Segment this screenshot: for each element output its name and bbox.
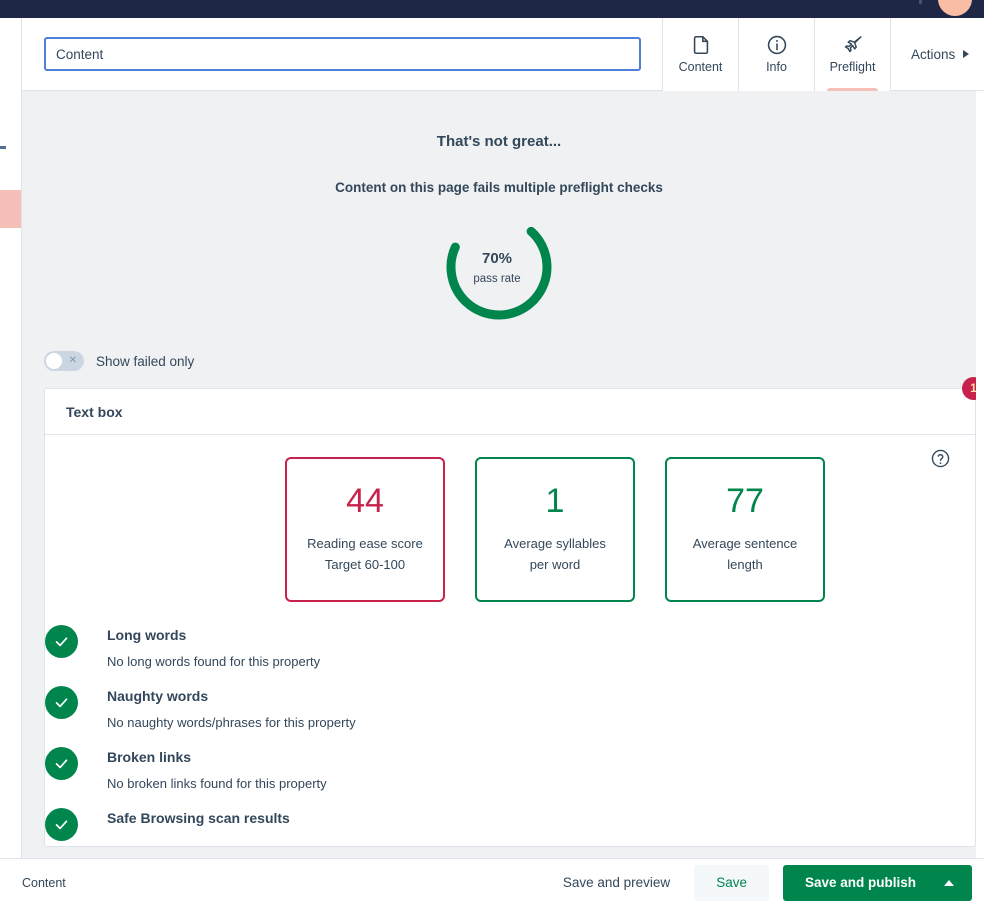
metric-label-line2: length [727,556,763,572]
show-failed-only-toggle[interactable]: ✕ [44,351,84,371]
document-icon [690,34,712,56]
donut-center-label: 70% pass rate [439,207,559,327]
list-item: Safe Browsing scan results [45,808,975,841]
checks-list: Long words No long words found for this … [45,625,975,841]
question-circle-icon[interactable] [930,448,951,469]
chevron-right-icon [963,50,970,58]
actions-button[interactable]: Actions [911,46,970,62]
breadcrumb: Content [22,875,66,890]
actions-label: Actions [911,46,956,62]
card-body: 44 Reading ease score Target 60-100 1 Av… [45,435,975,841]
pass-rate-caption: pass rate [473,272,521,285]
save-button[interactable]: Save [694,864,769,901]
metric-label-line1: Reading ease score [307,536,423,552]
tab-preflight[interactable]: Preflight [815,17,891,94]
metric-label-line1: Average syllables [504,536,606,552]
save-and-publish-button[interactable]: Save and publish [782,864,972,901]
metric-value: 44 [346,482,384,521]
airplane-icon [842,34,864,56]
page-title-input[interactable] [44,37,641,71]
preflight-panel: That's not great... Content on this page… [22,91,976,858]
page-subtitle: Content on this page fails multiple pref… [335,180,663,195]
left-sidebar-rail [0,18,22,906]
toggle-knob [46,353,62,369]
show-failed-only-row: ✕ Show failed only [44,351,976,371]
check-circle-icon [45,808,78,841]
bottom-action-bar: Content Save and preview Save Save and p… [0,858,984,906]
tab-info[interactable]: Info [739,17,815,91]
check-circle-icon [45,625,78,658]
check-title: Long words [107,627,187,643]
metrics-row: 44 Reading ease score Target 60-100 1 Av… [45,457,975,602]
app-header [0,0,984,18]
metric-label-line2: per word [529,556,581,572]
tab-content[interactable]: Content [663,17,739,91]
metric-value: 77 [726,482,764,521]
tab-preflight-label: Preflight [829,60,876,75]
check-description: No long words found for this property [107,654,321,669]
save-and-publish-label: Save and publish [804,875,916,890]
check-description: No broken links found for this property [107,776,327,791]
show-failed-only-label: Show failed only [96,353,195,369]
avatar[interactable] [938,0,972,16]
sidebar-collapsed-item-icon [0,146,6,149]
check-description: No naughty words/phrases for this proper… [107,715,356,730]
sidebar-active-item-indicator[interactable] [0,190,21,228]
header-menu-dot-icon [919,0,922,4]
list-item: Long words No long words found for this … [45,625,975,669]
metric-label-line2: Target 60-100 [324,556,406,572]
check-title: Naughty words [107,688,209,704]
results-card: 1 Text box 44 Reading ease score Target … [44,377,976,847]
metric-label-line1: Average sentence [692,536,798,552]
tab-content-label: Content [678,60,723,75]
list-item: Broken links No broken links found for t… [45,747,975,791]
metric-card-avg-sentence-length: 77 Average sentence length [665,457,825,602]
card-title: Text box [45,389,975,435]
info-icon [766,34,788,56]
metric-value: 1 [545,482,565,521]
check-circle-icon [45,747,78,780]
right-edge-strip [976,91,984,858]
save-and-preview-button[interactable]: Save and preview [549,875,684,890]
check-title: Safe Browsing scan results [107,810,290,826]
metric-card-avg-syllables: 1 Average syllables per word [475,457,635,602]
editor-toolbar: Content Info Preflight [22,17,984,94]
editor-tabs: Content Info Preflight [662,17,891,94]
preflight-page: Content Info Preflight [0,0,984,906]
chevron-up-icon [944,879,954,886]
title-input-wrapper [44,37,641,71]
bottom-buttons: Save and preview Save Save and publish [549,864,972,901]
list-item: Naughty words No naughty words/phrases f… [45,686,975,730]
page-title: That's not great... [436,133,562,150]
close-icon: ✕ [68,355,77,366]
tab-info-label: Info [766,60,787,75]
pass-rate-donut: 70% pass rate [439,207,559,327]
pass-rate-value: 70% [481,249,513,267]
check-circle-icon [45,686,78,719]
check-title: Broken links [107,749,192,765]
metric-card-reading-ease: 44 Reading ease score Target 60-100 [285,457,445,602]
